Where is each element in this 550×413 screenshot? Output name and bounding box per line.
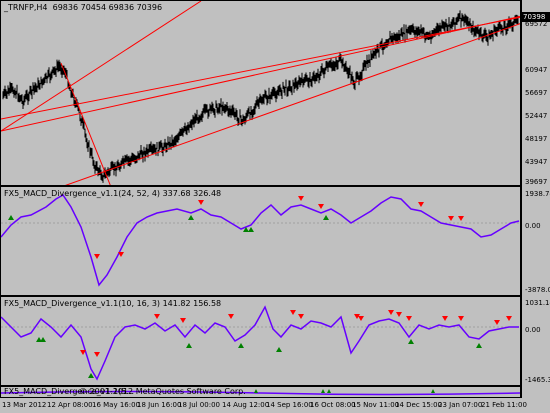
arrow-down-icon <box>494 320 500 325</box>
macd-pane-2[interactable]: FX5_MACD_Divergence_v1.1(10, 16, 3) 141.… <box>0 296 521 386</box>
arrow-down-icon <box>458 316 464 321</box>
arrow-down-icon <box>448 216 454 221</box>
chart-window[interactable]: _TRNFP,H4 69836 70454 69836 70396 69572 … <box>0 0 550 413</box>
price-bars <box>2 10 519 183</box>
arrow-up-icon <box>188 215 194 220</box>
trendline <box>1 15 520 132</box>
trendline <box>1 1 202 132</box>
arrow-down-icon <box>154 314 160 319</box>
indicator1-bottom-tick: -3878.06 <box>525 286 550 294</box>
indicator1-title: FX5_MACD_Divergence_v1.1(24, 52, 4) 337.… <box>4 189 222 198</box>
arrow-down-icon <box>418 202 424 207</box>
price-chart <box>1 1 520 185</box>
time-axis[interactable]: 13 Mar 2012 12 Apr 08:00 16 May 16:00 18… <box>0 398 527 413</box>
arrow-down-icon <box>298 314 304 319</box>
price-tick: 60947 <box>525 66 548 74</box>
time-tick: 18 Jun 16:00 <box>137 401 182 409</box>
arrow-up-icon <box>254 389 258 393</box>
price-tick: 52447 <box>525 112 548 120</box>
arrow-up-icon <box>408 339 414 344</box>
macd-chart-2 <box>1 305 520 381</box>
arrow-up-icon <box>321 389 325 393</box>
arrow-down-icon <box>180 318 186 323</box>
time-tick: 16 May 16:00 <box>92 401 141 409</box>
macd-axis-3 <box>521 386 550 398</box>
indicator1-zero-tick: 0.00 <box>525 222 541 230</box>
arrow-down-icon <box>396 312 402 317</box>
macd-chart-1 <box>1 194 520 287</box>
ohlc-label: 69836 70454 69836 70396 <box>52 3 163 12</box>
current-price-tag: 70398 <box>521 12 550 22</box>
arrow-down-icon <box>318 204 324 209</box>
time-tick: 16 Oct 08:00 <box>310 401 356 409</box>
macd-pane-1[interactable]: FX5_MACD_Divergence_v1.1(24, 52, 4) 337.… <box>0 186 521 296</box>
arrow-down-icon <box>290 310 296 315</box>
time-tick: 14 Sep 16:00 <box>266 401 313 409</box>
arrow-down-icon <box>506 316 512 321</box>
time-tick: 14 Aug 12:00 <box>222 401 270 409</box>
arrow-up-icon <box>40 337 46 342</box>
arrow-down-icon <box>458 216 464 221</box>
trendline <box>1 16 520 120</box>
macd-line <box>1 194 520 287</box>
arrow-up-icon <box>238 343 244 348</box>
indicator1-top-tick: 1938.74 <box>525 190 550 198</box>
arrow-down-icon <box>228 314 234 319</box>
trendline <box>60 62 111 185</box>
arrow-up-icon <box>431 389 435 393</box>
price-chart-pane[interactable]: _TRNFP,H4 69836 70454 69836 70396 <box>0 0 521 186</box>
arrow-down-icon <box>358 316 364 321</box>
arrow-down-icon <box>198 200 204 205</box>
arrow-up-icon <box>276 347 282 352</box>
price-tick: 56697 <box>525 89 548 97</box>
price-tick: 39697 <box>525 178 548 186</box>
macd-line <box>1 305 519 381</box>
indicator2-bottom-tick: -1465.33 <box>525 376 550 384</box>
time-tick: 12 Apr 08:00 <box>47 401 93 409</box>
arrow-up-icon <box>248 227 254 232</box>
copyright-text: © 2001-2012 MetaQuotes Software Corp. <box>79 387 246 396</box>
arrow-down-icon <box>406 316 412 321</box>
time-tick: 18 Jul 00:00 <box>178 401 220 409</box>
indicator2-top-tick: 1031.14 <box>525 299 550 307</box>
arrow-up-icon <box>323 215 329 220</box>
macd-pane-3[interactable]: FX5_MACD_Divergence_v1.1(5... © 2001-201… <box>0 386 521 398</box>
arrow-down-icon <box>298 196 304 201</box>
time-tick: 14 Dec 15:00 <box>395 401 443 409</box>
symbol-label: _TRNFP,H4 69836 70454 69836 70396 <box>4 3 163 12</box>
arrow-up-icon <box>327 389 331 393</box>
price-tick: 48197 <box>525 135 548 143</box>
price-axis[interactable]: 69572 60947 56697 52447 48197 43947 3969… <box>521 0 550 186</box>
arrow-down-icon <box>94 254 100 259</box>
arrow-down-icon <box>388 310 394 315</box>
macd-axis-2[interactable]: 1031.14 0.00 -1465.33 <box>521 296 550 386</box>
time-tick: 13 Mar 2012 <box>2 401 47 409</box>
macd-axis-1[interactable]: 1938.74 0.00 -3878.06 <box>521 186 550 296</box>
arrow-down-icon <box>94 352 100 357</box>
arrow-down-icon <box>442 316 448 321</box>
price-tick: 43947 <box>525 158 548 166</box>
time-tick: 15 Nov 11:00 <box>352 401 400 409</box>
indicator2-title: FX5_MACD_Divergence_v1.1(10, 16, 3) 141.… <box>4 299 222 308</box>
arrow-up-icon <box>186 343 192 348</box>
time-tick: 23 Jan 07:00 <box>438 401 483 409</box>
time-tick: 21 Feb 11:00 <box>481 401 527 409</box>
arrow-up-icon <box>476 343 482 348</box>
indicator2-zero-tick: 0.00 <box>525 326 541 334</box>
arrow-up-icon <box>8 215 14 220</box>
